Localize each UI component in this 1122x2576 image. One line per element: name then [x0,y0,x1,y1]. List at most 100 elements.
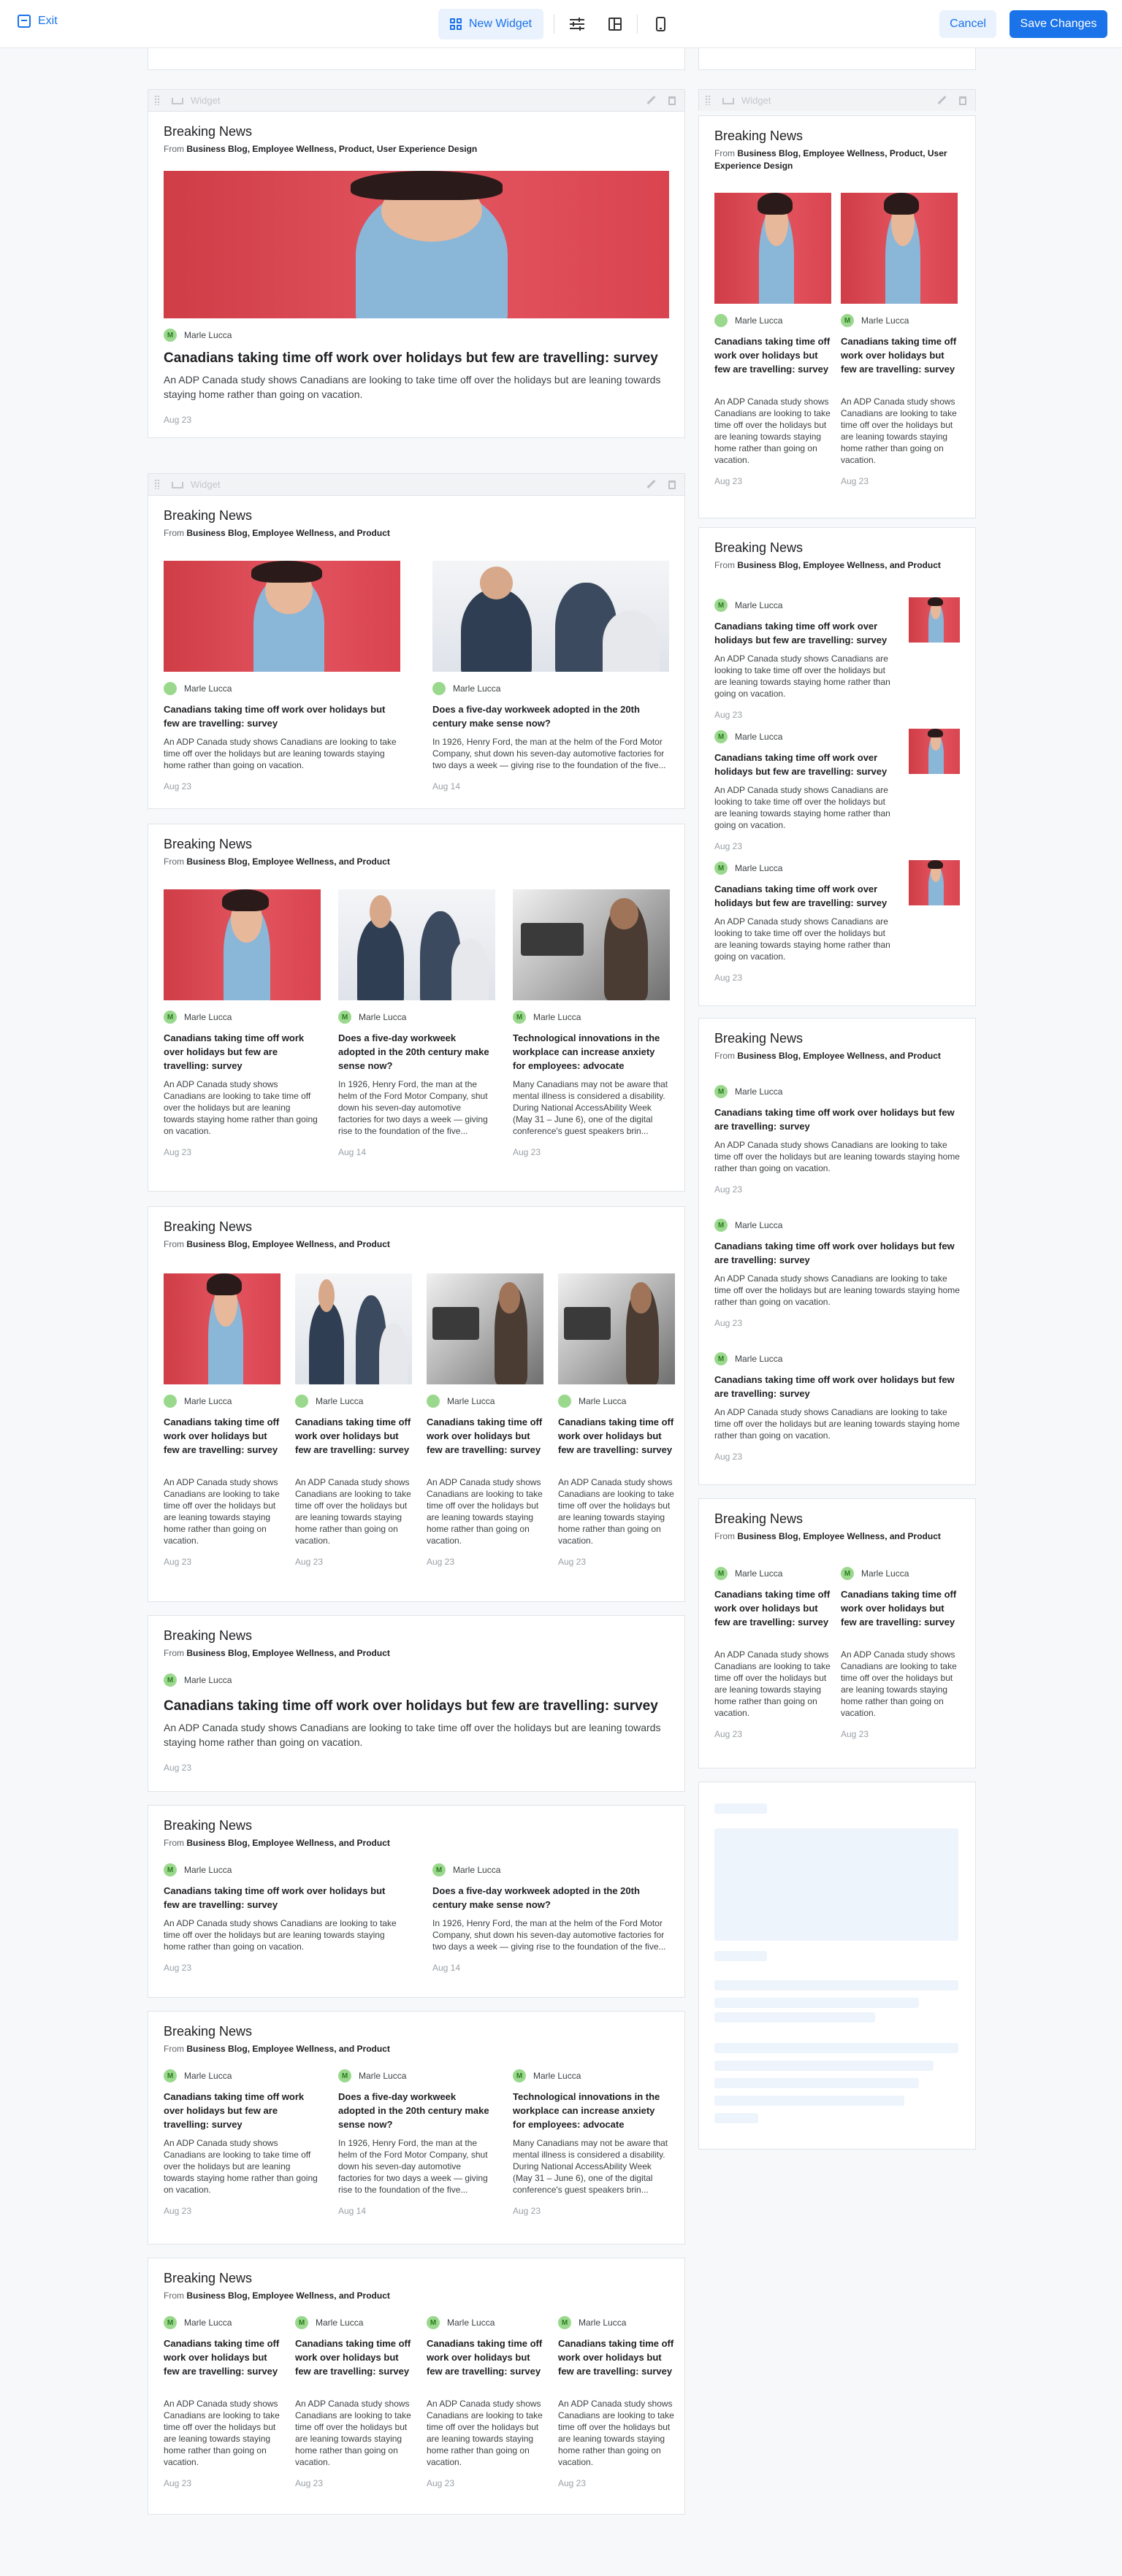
article-title[interactable]: Canadians taking time off work over holi… [714,882,893,910]
article-summary: An ADP Canada study shows Canadians are … [714,1407,960,1441]
article-image[interactable] [338,889,495,1000]
article-summary: An ADP Canada study shows Canadians are … [714,785,890,830]
article-image[interactable] [714,193,831,304]
widget-title: Breaking News [164,124,253,139]
article-author: M Marle Lucca [714,730,782,743]
article-date: Aug 23 [558,2478,587,2488]
save-changes-button[interactable]: Save Changes [1010,10,1107,38]
article-title[interactable]: Canadians taking time off work over holi… [714,1373,960,1400]
article-date: Aug 23 [164,415,192,425]
cancel-button[interactable]: Cancel [939,10,996,38]
phone-icon [655,17,665,31]
drag-handle-icon[interactable] [154,95,160,105]
article-image[interactable] [558,1273,675,1384]
article-title[interactable]: Canadians taking time off work over holi… [164,1697,669,1716]
author-name: Marle Lucca [735,732,783,742]
article-author: M Marle Lucca [558,2316,626,2329]
article-date: Aug 23 [164,781,192,791]
skeleton-placeholder [714,1828,958,1941]
article-title[interactable]: Canadians taking time off work over holi… [714,751,893,778]
article-title[interactable]: Canadians taking time off work over holi… [164,2337,280,2378]
article-title[interactable]: Canadians taking time off work over holi… [714,334,831,376]
article-title[interactable]: Canadians taking time off work over holi… [164,1415,280,1457]
author-name: Marle Lucca [579,2318,627,2328]
article-title[interactable]: Canadians taking time off work over holi… [295,2337,412,2378]
article-title[interactable]: Does a five-day workweek adopted in the … [338,1031,495,1073]
article-title[interactable]: Canadians taking time off work over holi… [558,1415,675,1457]
author-name: Marle Lucca [316,1396,364,1406]
widget-title: Breaking News [164,2271,253,2285]
author-name: Marle Lucca [359,2071,407,2081]
article-image[interactable] [164,889,321,1000]
layout-button[interactable] [605,14,625,34]
article-summary: An ADP Canada study shows Canadians are … [714,1140,960,1173]
article-author: Marle Lucca [432,682,500,695]
author-avatar [164,682,177,695]
article-image[interactable] [427,1273,543,1384]
skeleton-placeholder [714,2078,919,2088]
settings-sliders-button[interactable] [567,14,587,34]
article-title[interactable]: Canadians taking time off work over holi… [164,1884,400,1912]
author-name: Marle Lucca [533,1012,581,1022]
article-title[interactable]: Does a five-day workweek adopted in the … [338,2090,495,2131]
article-date: Aug 14 [432,1963,461,1973]
widget-sources: From Business Blog, Employee Wellness, a… [164,1239,390,1249]
author-name: Marle Lucca [453,1865,501,1875]
article-title[interactable]: Technological innovations in the workpla… [513,1031,670,1073]
article-author: M Marle Lucca [714,1219,782,1232]
article-date: Aug 23 [714,841,743,851]
article-title[interactable]: Canadians taking time off work over holi… [714,1587,831,1629]
author-avatar: M [841,314,854,327]
drag-handle-icon[interactable] [154,479,160,489]
article-title[interactable]: Canadians taking time off work over holi… [427,1415,543,1457]
author-name: Marle Lucca [735,1568,783,1579]
article-author: M Marle Lucca [714,599,782,612]
article-summary: An ADP Canada study shows Canadians are … [164,1722,661,1748]
article-title[interactable]: Canadians taking time off work over holi… [714,619,893,647]
edit-pencil-icon[interactable] [646,480,655,488]
article-title[interactable]: Canadians taking time off work over holi… [164,349,669,368]
article-author: M Marle Lucca [295,2316,363,2329]
author-avatar: M [714,1352,728,1365]
exit-label: Exit [38,15,58,27]
article-image[interactable] [909,597,960,643]
mobile-preview-button[interactable] [650,14,671,34]
article-image[interactable] [909,860,960,905]
author-name: Marle Lucca [184,2071,232,2081]
author-avatar: M [338,1011,351,1024]
article-title[interactable]: Canadians taking time off work over holi… [558,2337,675,2378]
author-name: Marle Lucca [184,1396,232,1406]
article-title[interactable]: Canadians taking time off work over holi… [164,1031,321,1073]
author-name: Marle Lucca [579,1396,627,1406]
article-date: Aug 23 [513,1147,541,1157]
new-widget-button[interactable]: New Widget [438,9,543,39]
article-title[interactable]: Canadians taking time off work over holi… [164,702,400,730]
article-title[interactable]: Technological innovations in the workpla… [513,2090,670,2131]
delete-trash-icon[interactable] [959,96,966,105]
article-image[interactable] [164,171,669,318]
article-title[interactable]: Canadians taking time off work over holi… [714,1105,960,1133]
article-date: Aug 23 [295,1557,324,1567]
article-image[interactable] [295,1273,412,1384]
delete-trash-icon[interactable] [668,480,676,489]
article-image[interactable] [164,1273,280,1384]
edit-pencil-icon[interactable] [937,96,946,104]
author-name: Marle Lucca [735,1220,783,1230]
article-title[interactable]: Canadians taking time off work over holi… [164,2090,321,2131]
article-image[interactable] [432,561,669,672]
article-title[interactable]: Does a five-day workweek adopted in the … [432,702,669,730]
exit-button[interactable]: Exit [18,15,58,28]
article-title[interactable]: Canadians taking time off work over holi… [841,1587,958,1629]
edit-pencil-icon[interactable] [646,96,655,104]
article-title[interactable]: Canadians taking time off work over holi… [427,2337,543,2378]
article-title[interactable]: Does a five-day workweek adopted in the … [432,1884,669,1912]
article-title[interactable]: Canadians taking time off work over holi… [714,1239,960,1267]
article-image[interactable] [164,561,400,672]
article-image[interactable] [513,889,670,1000]
article-image[interactable] [909,729,960,774]
delete-trash-icon[interactable] [668,96,676,105]
article-title[interactable]: Canadians taking time off work over holi… [295,1415,412,1457]
article-image[interactable] [841,193,958,304]
drag-handle-icon[interactable] [705,95,711,105]
article-title[interactable]: Canadians taking time off work over holi… [841,334,958,376]
